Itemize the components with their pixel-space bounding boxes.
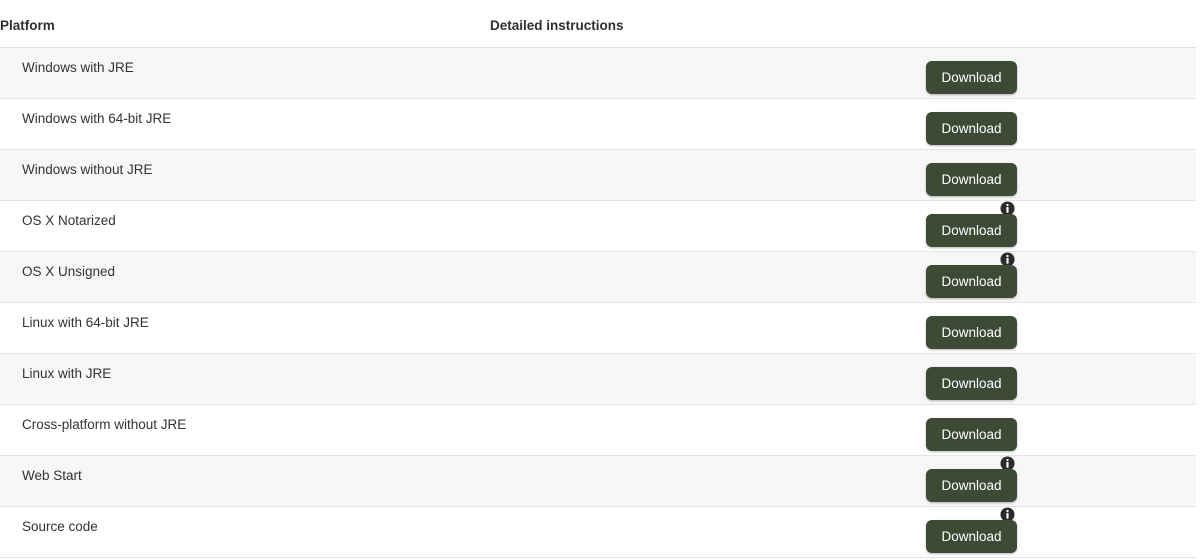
platform-label: OS X Unsigned bbox=[22, 263, 116, 279]
table-row: Web Start Download bbox=[0, 455, 1196, 506]
platform-cell: Windows without JRE bbox=[0, 149, 490, 200]
download-button[interactable]: Download bbox=[926, 111, 1017, 145]
table-row: Source code Download bbox=[0, 506, 1196, 557]
detailed-instructions-cell bbox=[490, 353, 900, 404]
table-row: OS X Unsigned Download bbox=[0, 251, 1196, 302]
platform-label: Windows without JRE bbox=[22, 161, 153, 177]
download-cell: Download bbox=[900, 98, 1196, 149]
instructions-empty bbox=[490, 99, 900, 114]
detailed-instructions-cell bbox=[490, 200, 1015, 251]
download-button[interactable]: Download bbox=[926, 519, 1017, 553]
platform-label: Linux with 64-bit JRE bbox=[22, 314, 149, 330]
platform-cell: Web Start bbox=[0, 455, 490, 506]
download-cell: Download bbox=[900, 404, 1196, 455]
column-header-download bbox=[900, 0, 1196, 48]
download-cell: Download bbox=[900, 47, 1196, 98]
download-button[interactable]: Download bbox=[926, 213, 1017, 247]
platform-cell: Linux with JRE bbox=[0, 353, 490, 404]
download-button[interactable]: Download bbox=[926, 366, 1017, 400]
table-row: OS X Notarized Download bbox=[0, 200, 1196, 251]
platform-cell: Source code bbox=[0, 506, 490, 557]
platform-cell: OS X Unsigned bbox=[0, 251, 490, 302]
table-row: Linux with JRE Download bbox=[0, 353, 1196, 404]
download-button[interactable]: Download bbox=[926, 60, 1017, 94]
table-row: Cross-platform without JRE Download bbox=[0, 404, 1196, 455]
platform-cell: Cross-platform without JRE bbox=[0, 404, 490, 455]
column-header-detailed-instructions: Detailed instructions bbox=[490, 0, 900, 48]
detailed-instructions-cell bbox=[490, 149, 900, 200]
detailed-instructions-cell bbox=[490, 506, 1015, 557]
platform-label: Source code bbox=[22, 518, 98, 534]
platform-cell: OS X Notarized bbox=[0, 200, 490, 251]
platform-label: Cross-platform without JRE bbox=[22, 416, 187, 432]
platform-cell: Linux with 64-bit JRE bbox=[0, 302, 490, 353]
detailed-instructions-cell bbox=[490, 404, 900, 455]
detailed-instructions-cell bbox=[490, 98, 900, 149]
platform-cell: Windows with JRE bbox=[0, 47, 490, 98]
detailed-instructions-cell bbox=[490, 47, 900, 98]
download-cell: Download bbox=[900, 506, 1196, 557]
platform-label: Windows with JRE bbox=[22, 59, 134, 75]
download-button[interactable]: Download bbox=[926, 417, 1017, 451]
table-row: Windows with 64-bit JRE Download bbox=[0, 98, 1196, 149]
download-cell: Download bbox=[900, 149, 1196, 200]
table-header-row: Platform Detailed instructions bbox=[0, 0, 1196, 48]
instructions-empty bbox=[490, 354, 900, 369]
download-button[interactable]: Download bbox=[926, 162, 1017, 196]
downloads-table: Platform Detailed instructions Windows w… bbox=[0, 0, 1196, 558]
instructions-empty bbox=[490, 150, 900, 165]
table-row: Windows without JRE Download bbox=[0, 149, 1196, 200]
platform-label: Windows with 64-bit JRE bbox=[22, 110, 172, 126]
platform-label: Web Start bbox=[22, 467, 82, 483]
instructions-empty bbox=[490, 405, 900, 420]
table-body: Windows with JRE Download Windows with 64-… bbox=[0, 47, 1196, 557]
table-row: Linux with 64-bit JRE Download bbox=[0, 302, 1196, 353]
table-row: Windows with JRE Download bbox=[0, 47, 1196, 98]
detailed-instructions-cell bbox=[490, 455, 1015, 506]
download-cell: Download bbox=[900, 353, 1196, 404]
platform-cell: Windows with 64-bit JRE bbox=[0, 98, 490, 149]
detailed-instructions-cell bbox=[490, 302, 900, 353]
download-button[interactable]: Download bbox=[926, 468, 1017, 502]
platform-label: Linux with JRE bbox=[22, 365, 112, 381]
instructions-empty bbox=[490, 48, 900, 63]
download-button[interactable]: Download bbox=[926, 315, 1017, 349]
download-cell: Download bbox=[900, 200, 1196, 251]
table-header: Platform Detailed instructions bbox=[0, 0, 1196, 48]
platform-label: OS X Notarized bbox=[22, 212, 116, 228]
download-cell: Download bbox=[900, 302, 1196, 353]
instructions-empty bbox=[490, 303, 900, 318]
download-cell: Download bbox=[900, 251, 1196, 302]
download-button[interactable]: Download bbox=[926, 264, 1017, 298]
column-header-platform: Platform bbox=[0, 0, 490, 48]
detailed-instructions-cell bbox=[490, 251, 1015, 302]
download-cell: Download bbox=[900, 455, 1196, 506]
